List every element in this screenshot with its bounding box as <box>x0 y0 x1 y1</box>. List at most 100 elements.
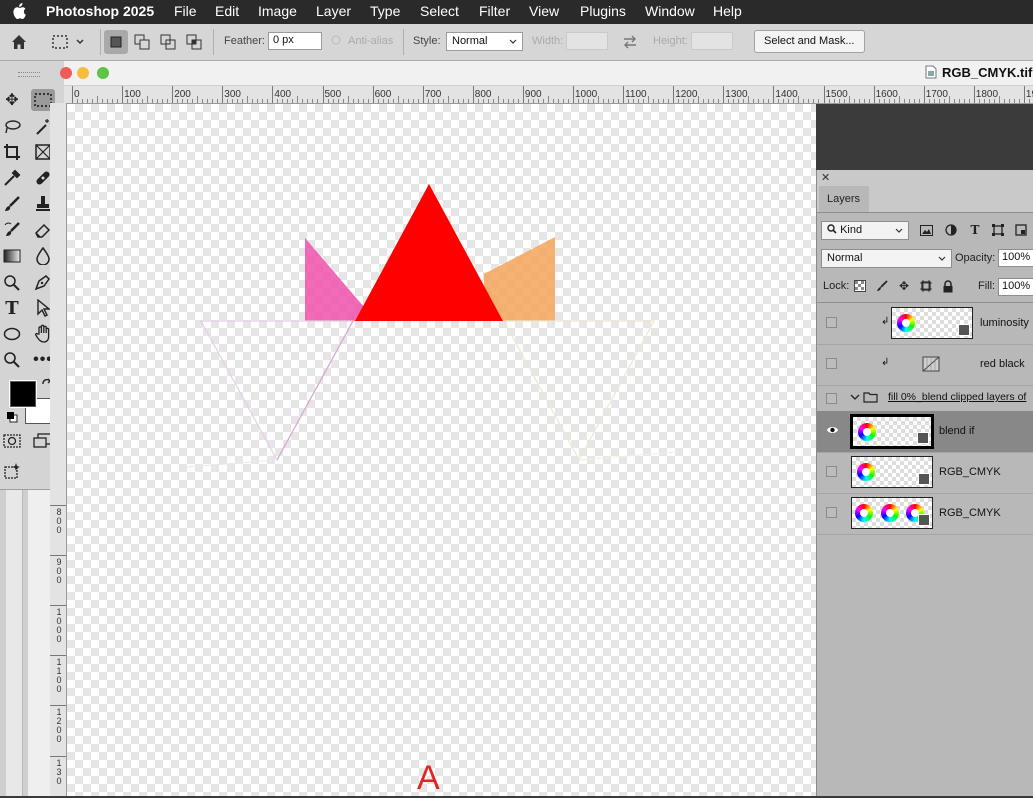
ellipse-tool-icon[interactable] <box>0 323 24 345</box>
chevron-down-icon[interactable] <box>850 391 860 405</box>
lock-image-pixels-icon[interactable] <box>874 278 890 294</box>
layer-row[interactable]: ↲ red black <box>817 344 1033 386</box>
menu-type[interactable]: Type <box>370 3 400 19</box>
brush-tool-icon[interactable] <box>0 193 24 215</box>
lock-artboard-icon[interactable] <box>918 278 934 294</box>
add-to-selection-icon[interactable] <box>132 32 152 52</box>
pixel-filter-icon[interactable] <box>918 222 934 238</box>
smart-object-filter-icon[interactable] <box>1013 222 1029 238</box>
default-colors-icon[interactable] <box>6 411 18 426</box>
shape-filter-icon[interactable] <box>990 222 1006 238</box>
quick-mask-icon[interactable] <box>0 430 24 452</box>
ruler-minor-tick <box>663 99 665 103</box>
layer-row-selected[interactable]: blend if <box>817 411 1033 453</box>
gradient-tool-icon[interactable] <box>0 245 24 267</box>
lasso-tool-icon[interactable] <box>0 116 24 138</box>
history-brush-tool-icon[interactable] <box>0 219 24 241</box>
ruler-minor-tick <box>382 99 384 103</box>
close-window-button[interactable] <box>60 67 72 79</box>
ruler-tick <box>50 705 66 707</box>
generative-fill-icon[interactable] <box>0 460 24 482</box>
ruler-tick <box>50 605 66 607</box>
layer-row[interactable]: RGB_CMYK <box>817 452 1033 494</box>
menu-select[interactable]: Select <box>420 3 459 19</box>
layer-filter-kind-select[interactable]: Kind <box>821 221 909 240</box>
menu-image[interactable]: Image <box>258 3 297 19</box>
opacity-input[interactable]: 100% <box>998 249 1033 267</box>
adjustment-filter-icon[interactable] <box>943 222 959 238</box>
ruler-label: 1200 <box>56 707 62 745</box>
move-tool-icon[interactable]: ✥ <box>0 89 24 111</box>
swap-dimensions-icon[interactable] <box>620 32 640 52</box>
blend-mode-select[interactable]: Normal <box>821 249 952 268</box>
ruler-tick <box>122 86 124 103</box>
menu-filter[interactable]: Filter <box>479 3 510 19</box>
menu-help[interactable]: Help <box>713 3 742 19</box>
layer-visibility-toggle[interactable] <box>826 317 837 328</box>
ruler-minor-tick <box>858 99 860 103</box>
lock-transparent-pixels-icon[interactable] <box>852 278 868 294</box>
select-and-mask-button[interactable]: Select and Mask... <box>754 30 865 53</box>
zoom-window-button[interactable] <box>97 67 109 79</box>
vertical-ruler[interactable]: 800 900 1000 1100 1200 130 <box>50 103 67 796</box>
app-menu[interactable]: Photoshop 2025 <box>46 3 154 19</box>
height-input[interactable] <box>691 32 733 50</box>
layer-row[interactable]: RGB_CMYK <box>817 493 1033 535</box>
zoom-tool-icon[interactable] <box>0 349 24 371</box>
menu-file[interactable]: File <box>174 3 197 19</box>
ruler-minor-tick <box>743 99 745 103</box>
subtract-from-selection-icon[interactable] <box>158 32 178 52</box>
close-icon[interactable]: ✕ <box>821 171 830 184</box>
horizontal-ruler[interactable]: 0 100 200 300 400 500 600 700 800 900 1000 1100 1200… <box>64 86 1033 104</box>
lock-position-icon[interactable]: ✥ <box>896 278 912 294</box>
blend-mode-value: Normal <box>827 252 863 264</box>
marquee-preset-icon[interactable] <box>50 32 70 52</box>
ruler-minor-tick <box>693 99 695 103</box>
style-select[interactable]: Normal <box>446 32 523 51</box>
ruler-minor-tick <box>432 99 434 103</box>
layer-visibility-toggle[interactable] <box>826 507 837 518</box>
eyedropper-tool-icon[interactable] <box>0 167 24 189</box>
feather-input[interactable]: 0 px <box>268 32 322 50</box>
new-selection-icon[interactable] <box>104 30 128 54</box>
intersect-selection-icon[interactable] <box>184 32 204 52</box>
menu-edit[interactable]: Edit <box>215 3 239 19</box>
eye-icon[interactable] <box>826 424 839 438</box>
panel-grip[interactable] <box>18 72 40 77</box>
type-tool-icon[interactable]: T <box>0 297 24 319</box>
menu-layer[interactable]: Layer <box>316 3 351 19</box>
ruler-minor-tick <box>918 99 920 103</box>
tab-layers[interactable]: Layers <box>819 186 869 212</box>
ruler-minor-tick <box>187 99 189 103</box>
ruler-minor-tick <box>753 99 755 103</box>
width-input[interactable] <box>566 32 608 50</box>
foreground-color-swatch[interactable] <box>9 380 37 408</box>
crop-tool-icon[interactable] <box>0 141 24 163</box>
ruler-minor-tick <box>82 99 84 103</box>
home-icon[interactable] <box>9 32 29 52</box>
lock-all-icon[interactable] <box>940 278 956 294</box>
dodge-tool-icon[interactable] <box>0 271 24 293</box>
apple-menu-icon[interactable] <box>12 3 26 22</box>
minimize-window-button[interactable] <box>77 67 89 79</box>
ruler-tick <box>723 86 725 103</box>
menu-view[interactable]: View <box>529 3 559 19</box>
layer-row[interactable]: ↲ luminosity <box>817 303 1033 345</box>
document-canvas[interactable]: A <box>67 104 816 797</box>
layer-visibility-toggle[interactable] <box>826 466 837 477</box>
yellow-outline-triangle <box>502 320 656 462</box>
layer-thumbnail <box>851 456 933 488</box>
layer-visibility-toggle[interactable] <box>826 358 837 369</box>
type-filter-icon[interactable]: T <box>967 222 983 238</box>
ruler-minor-tick <box>557 99 559 103</box>
chevron-down-icon[interactable] <box>74 32 94 52</box>
ruler-minor-tick <box>578 99 579 103</box>
layer-group-row[interactable]: fill 0%_blend clipped layers of <box>817 385 1033 412</box>
antialias-checkbox[interactable] <box>331 35 341 47</box>
layer-visibility-toggle[interactable] <box>826 393 837 404</box>
menu-plugins[interactable]: Plugins <box>580 3 626 19</box>
ruler-minor-tick <box>157 99 159 103</box>
document-icon <box>925 65 937 82</box>
menu-window[interactable]: Window <box>645 3 695 19</box>
fill-input[interactable]: 100% <box>998 278 1033 296</box>
